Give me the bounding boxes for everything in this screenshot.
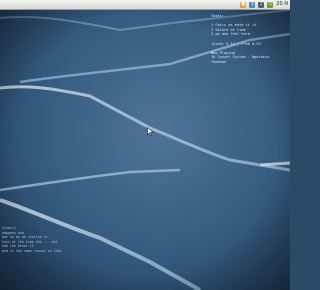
volume-icon[interactable]: ♪ [258, 1, 265, 8]
desktop-info-widget: Tasks: 1 Fairy as mate it it 2 Secure at… [211, 14, 290, 65]
app-icon[interactable]: ● [240, 1, 247, 8]
track-artist: Yamahan [211, 59, 227, 64]
system-tray: ● ↕ ♪ ⏻ 20 N [240, 0, 290, 9]
mouse-pointer-icon [147, 127, 154, 136]
note-line: and it the same reason so that [2, 248, 62, 253]
clock[interactable]: 20 N [276, 0, 290, 9]
network-icon[interactable]: ↕ [249, 1, 256, 8]
power-icon[interactable]: ⏻ [267, 1, 274, 8]
desktop-notes: clearly happens and Ant to be we realize… [2, 226, 62, 254]
top-panel: ● ↕ ♪ ⏻ 20 N [0, 0, 290, 10]
